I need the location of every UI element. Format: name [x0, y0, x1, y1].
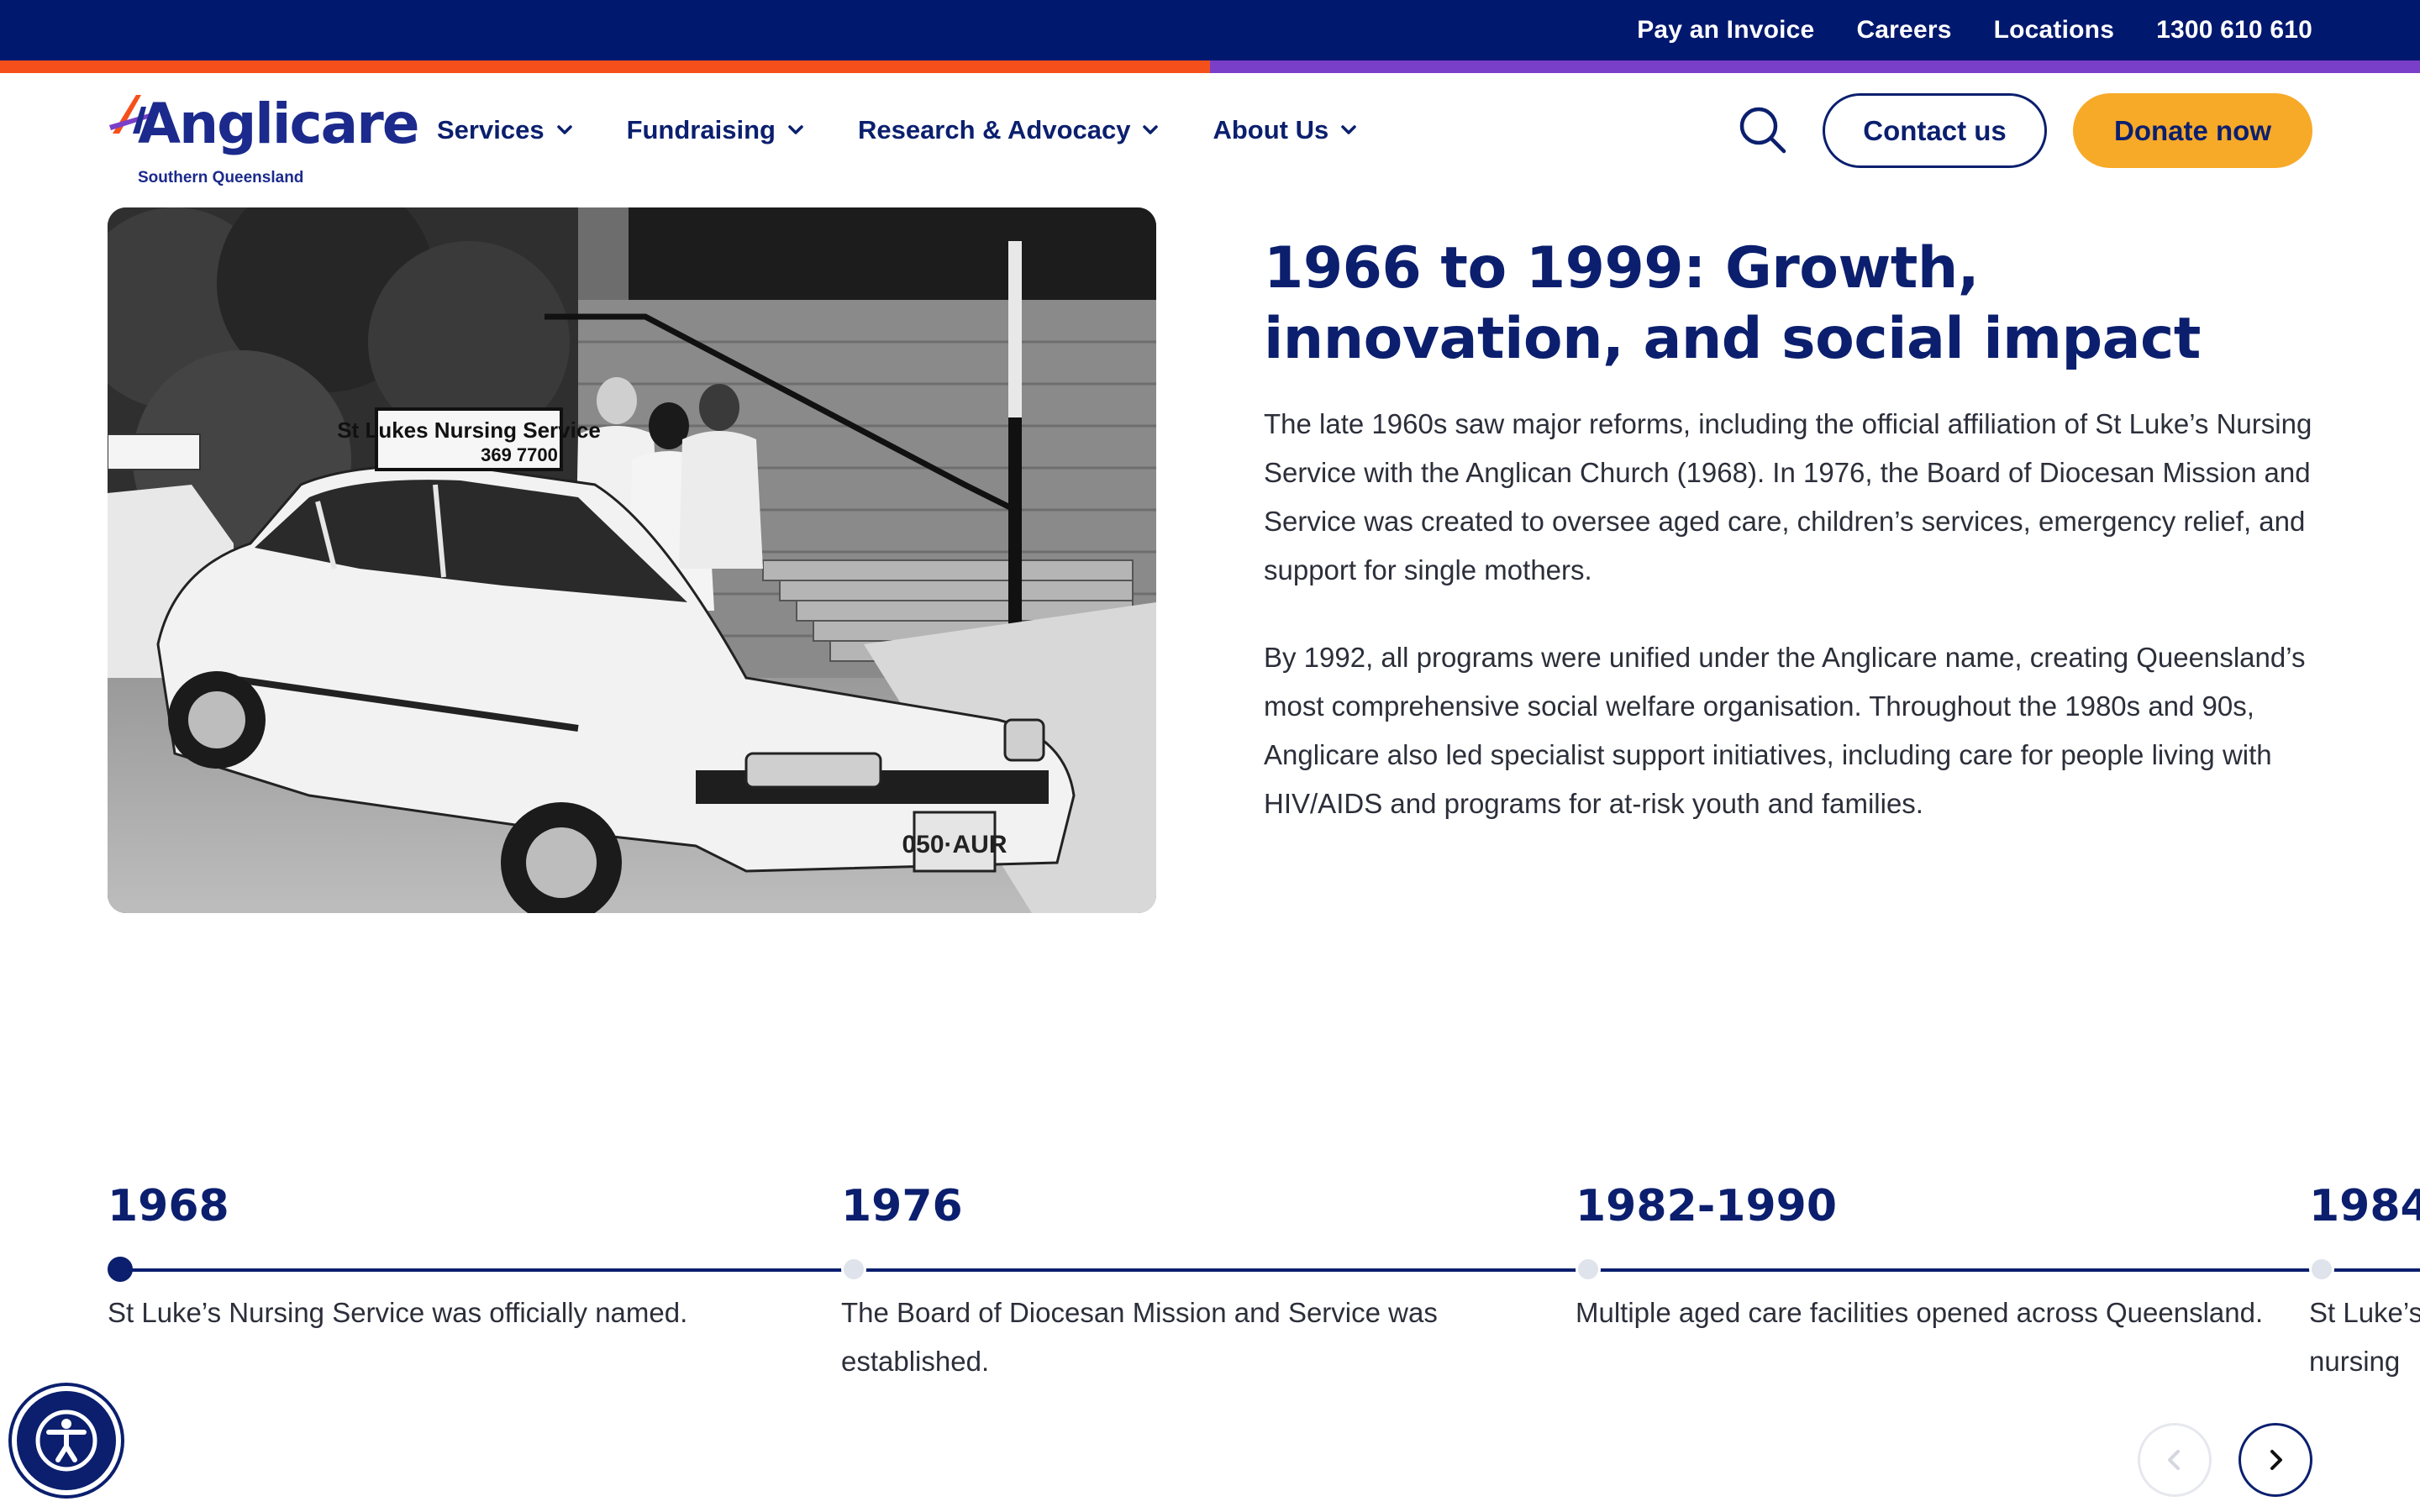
timeline: 1968 St Luke’s Nursing Service was offic… — [0, 1168, 2420, 1420]
stripe-purple — [1210, 60, 2420, 73]
timeline-text: The Board of Diocesan Mission and Servic… — [841, 1297, 1438, 1377]
utility-bar: Pay an Invoice Careers Locations 1300 61… — [0, 0, 2420, 60]
timeline-dot[interactable] — [841, 1257, 866, 1282]
section-heading: 1966 to 1999: Growth, innovation, and so… — [1264, 235, 2201, 372]
nav-research-advocacy[interactable]: Research & Advocacy — [858, 115, 1160, 145]
history-photo-illustration: 050·AUR St Lukes Nursing Service 369 770… — [108, 207, 1156, 913]
nav-about-us[interactable]: About Us — [1213, 115, 1357, 145]
roof-sign-number: 369 7700 — [481, 444, 558, 465]
nav-services-label: Services — [437, 114, 544, 144]
anglicare-logo[interactable]: Anglicare Southern Queensland — [108, 90, 420, 186]
history-photo: 050·AUR St Lukes Nursing Service 369 770… — [108, 207, 1156, 913]
pay-invoice-link[interactable]: Pay an Invoice — [1637, 16, 1814, 45]
chevron-down-icon — [1341, 124, 1356, 134]
accessibility-button[interactable] — [12, 1386, 121, 1495]
timeline-dot-active[interactable] — [108, 1257, 133, 1282]
stripe-orange — [0, 60, 1210, 73]
timeline-item: 1968 St Luke’s Nursing Service was offic… — [108, 1168, 797, 1337]
utility-links: Pay an Invoice Careers Locations 1300 61… — [1637, 0, 2312, 60]
logo-subtitle: Southern Queensland — [138, 169, 304, 186]
timeline-text: St Luke’s nursing — [2309, 1297, 2420, 1377]
carousel-next-button[interactable] — [2238, 1423, 2312, 1497]
timeline-item: 1976 The Board of Diocesan Mission and S… — [841, 1168, 1530, 1386]
contact-us-button[interactable]: Contact us — [1823, 93, 2047, 168]
timeline-year: 1982-1990 — [1576, 1181, 1838, 1231]
timeline-dot[interactable] — [1576, 1257, 1601, 1282]
brand-stripe — [0, 60, 2420, 73]
nav-research-label: Research & Advocacy — [857, 114, 1131, 144]
timeline-item: 1982-1990 Multiple aged care facilities … — [1576, 1168, 2265, 1337]
nav-fundraising[interactable]: Fundraising — [627, 115, 804, 145]
logo-wordmark: Anglicare — [138, 92, 420, 156]
chevron-down-icon — [556, 124, 572, 134]
section-paragraph-1: The late 1960s saw major reforms, includ… — [1264, 408, 2312, 585]
timeline-year: 1976 — [841, 1181, 963, 1231]
main-nav: Services Fundraising Research & Advocacy… — [437, 73, 1357, 186]
donate-now-button[interactable]: Donate now — [2073, 93, 2312, 168]
license-plate-text: 050·AUR — [902, 831, 1007, 858]
nav-about-label: About Us — [1213, 114, 1329, 144]
timeline-text: St Luke’s Nursing Service was officially… — [108, 1297, 688, 1328]
timeline-dot[interactable] — [2309, 1257, 2334, 1282]
chevron-right-icon — [2270, 1450, 2282, 1470]
chevron-down-icon — [788, 124, 803, 134]
nav-fundraising-label: Fundraising — [626, 114, 776, 144]
phone-link[interactable]: 1300 610 610 — [2156, 16, 2312, 45]
history-section: 1966 to 1999: Growth, innovation, and so… — [1264, 234, 2323, 828]
chevron-down-icon — [1143, 124, 1159, 134]
roof-sign-title: St Lukes Nursing Service — [337, 417, 601, 443]
chevron-left-icon — [2168, 1450, 2180, 1470]
accessibility-icon — [35, 1410, 97, 1472]
nav-services[interactable]: Services — [437, 115, 573, 145]
timeline-year: 1984 — [2309, 1181, 2420, 1231]
timeline-text: Multiple aged care facilities opened acr… — [1576, 1297, 2264, 1328]
search-icon[interactable] — [1738, 105, 1788, 155]
site-header: Anglicare Southern Queensland Services F… — [0, 73, 2420, 186]
section-paragraph-2: By 1992, all programs were unified under… — [1264, 642, 2306, 819]
locations-link[interactable]: Locations — [1994, 16, 2114, 45]
careers-link[interactable]: Careers — [1856, 16, 1951, 45]
timeline-year: 1968 — [108, 1181, 229, 1231]
timeline-item-partial: 1984 St Luke’s nursing — [2309, 1168, 2420, 1386]
carousel-prev-button[interactable] — [2138, 1423, 2212, 1497]
